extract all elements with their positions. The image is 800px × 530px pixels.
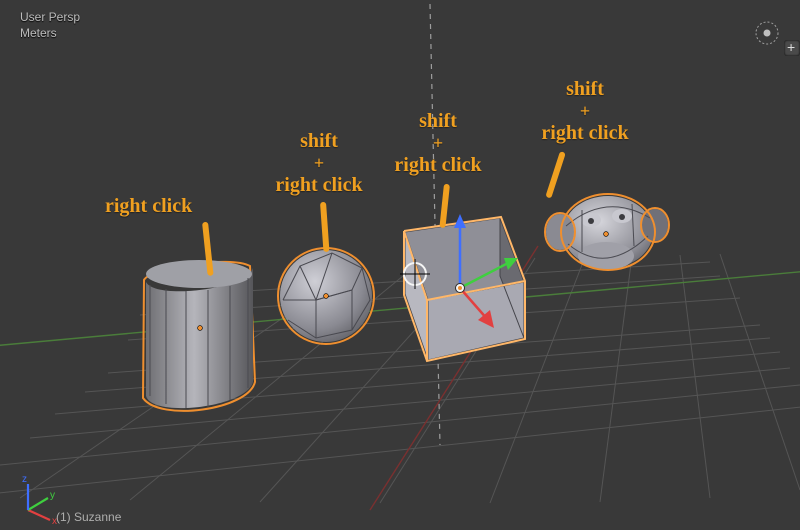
object-icosphere[interactable] xyxy=(278,248,374,344)
axis-x-label: x xyxy=(52,516,57,527)
relationship-line xyxy=(430,4,440,445)
object-cylinder[interactable] xyxy=(143,260,255,411)
axis-mini-gizmo: x y z xyxy=(22,474,57,527)
3d-viewport[interactable]: User Persp Meters (1) Suzanne + xyxy=(0,0,800,530)
origin-dot xyxy=(324,294,329,299)
floor-grid xyxy=(0,254,800,503)
origin-dot xyxy=(198,326,203,331)
axis-y-label: y xyxy=(50,490,55,501)
origin-dot xyxy=(604,232,609,237)
axis-z-label: z xyxy=(22,474,27,485)
object-suzanne[interactable] xyxy=(545,194,669,270)
scene-canvas: x y z xyxy=(0,0,800,530)
